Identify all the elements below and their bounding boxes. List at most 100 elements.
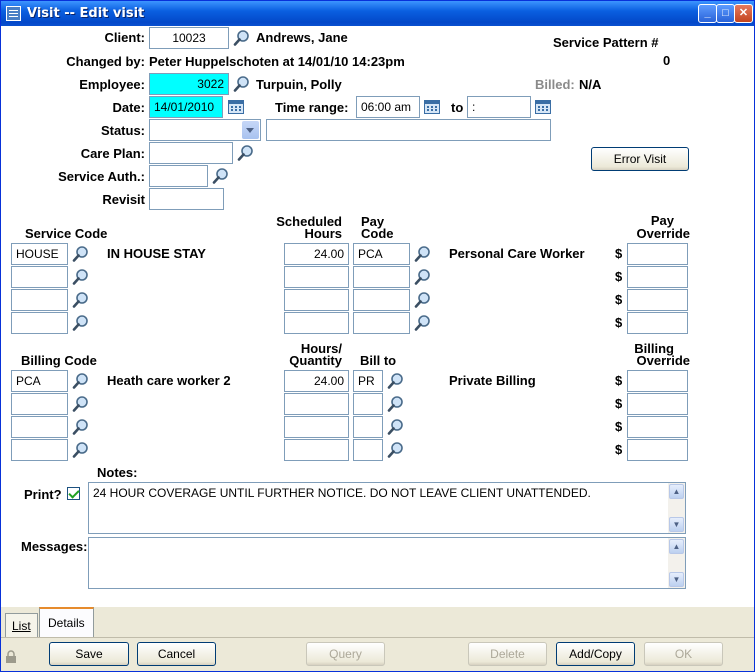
scroll-up-icon[interactable]: ▲ [669, 484, 684, 499]
quantity-field[interactable]: 24.00 [284, 370, 349, 392]
currency-symbol: $ [615, 373, 623, 388]
scheduled-hours-field[interactable] [284, 266, 349, 288]
client-label: Client: [104, 30, 145, 45]
service-pattern-value: 0 [663, 53, 671, 68]
cancel-button[interactable]: Cancel [137, 642, 216, 666]
employee-search-icon[interactable] [233, 75, 251, 93]
quantity-field[interactable] [284, 416, 349, 438]
service-code-search-icon[interactable] [72, 268, 90, 286]
service-auth-search-icon[interactable] [212, 167, 230, 185]
pay-override-field[interactable] [627, 312, 688, 334]
date-calendar-icon[interactable] [228, 100, 244, 114]
billing-override-field[interactable] [627, 439, 688, 461]
revisit-field[interactable] [149, 188, 224, 210]
billing-override-field[interactable] [627, 393, 688, 415]
scheduled-hours-field[interactable] [284, 312, 349, 334]
messages-textarea[interactable]: ▲ ▼ [88, 537, 686, 589]
chevron-down-icon[interactable] [242, 121, 259, 139]
error-visit-button[interactable]: Error Visit [591, 147, 689, 171]
billing-code-search-icon[interactable] [72, 372, 90, 390]
maximize-button[interactable]: □ [716, 4, 735, 23]
client-name: Andrews, Jane [256, 30, 348, 45]
pay-code-field[interactable] [353, 289, 410, 311]
quantity-header-2: Quantity [289, 353, 342, 368]
minimize-button[interactable]: _ [698, 4, 717, 23]
scroll-down-icon[interactable]: ▼ [669, 517, 684, 532]
billing-override-header-2: Override [636, 353, 690, 368]
scheduled-header-2: Hours [304, 226, 342, 241]
close-button[interactable]: ✕ [734, 4, 753, 23]
billing-code-search-icon[interactable] [72, 418, 90, 436]
messages-label: Messages: [21, 539, 88, 554]
service-code-field[interactable] [11, 312, 68, 334]
pay-code-search-icon[interactable] [414, 245, 432, 263]
billing-code-search-icon[interactable] [72, 441, 90, 459]
billing-override-field[interactable] [627, 416, 688, 438]
notes-textarea[interactable]: 24 HOUR COVERAGE UNTIL FURTHER NOTICE. D… [88, 482, 686, 534]
window-title: Visit -- Edit visit [27, 6, 145, 21]
status-description-field[interactable] [266, 119, 551, 141]
time-from-field[interactable]: 06:00 am [356, 96, 420, 118]
bill-to-field[interactable] [353, 439, 383, 461]
service-code-field[interactable]: HOUSE [11, 243, 68, 265]
time-to-field[interactable]: : [467, 96, 531, 118]
ok-button[interactable]: OK [644, 642, 723, 666]
delete-button[interactable]: Delete [468, 642, 547, 666]
billing-code-field[interactable]: PCA [11, 370, 68, 392]
add-copy-button[interactable]: Add/Copy [556, 642, 635, 666]
currency-symbol: $ [615, 396, 623, 411]
tab-details[interactable]: Details [39, 607, 94, 637]
tab-list[interactable]: List [5, 613, 38, 637]
bill-to-header: Bill to [360, 353, 397, 368]
status-select[interactable] [149, 119, 261, 141]
scheduled-hours-field[interactable]: 24.00 [284, 243, 349, 265]
pay-code-field[interactable] [353, 266, 410, 288]
bill-to-field[interactable]: PR [353, 370, 383, 392]
care-plan-field[interactable] [149, 142, 233, 164]
billing-code-field[interactable] [11, 393, 68, 415]
care-plan-search-icon[interactable] [237, 144, 255, 162]
query-button[interactable]: Query [306, 642, 385, 666]
pay-override-field[interactable] [627, 243, 688, 265]
billing-code-field[interactable] [11, 439, 68, 461]
bill-to-field[interactable] [353, 393, 383, 415]
pay-override-field[interactable] [627, 289, 688, 311]
scheduled-hours-field[interactable] [284, 289, 349, 311]
client-search-icon[interactable] [233, 29, 251, 47]
messages-scrollbar[interactable]: ▲ ▼ [668, 538, 685, 588]
bill-to-field[interactable] [353, 416, 383, 438]
pay-code-field[interactable]: PCA [353, 243, 410, 265]
date-field[interactable]: 14/01/2010 [149, 96, 223, 118]
time-from-calendar-icon[interactable] [424, 100, 440, 114]
service-code-search-icon[interactable] [72, 314, 90, 332]
quantity-field[interactable] [284, 393, 349, 415]
service-code-search-icon[interactable] [72, 245, 90, 263]
pay-code-search-icon[interactable] [414, 291, 432, 309]
pay-code-field[interactable] [353, 312, 410, 334]
service-code-search-icon[interactable] [72, 291, 90, 309]
employee-id-field[interactable]: 3022 [149, 73, 229, 95]
pay-override-field[interactable] [627, 266, 688, 288]
title-bar[interactable]: Visit -- Edit visit _ □ ✕ [1, 1, 754, 26]
notes-scrollbar[interactable]: ▲ ▼ [668, 483, 685, 533]
visit-window: Visit -- Edit visit _ □ ✕ Client: 10023 … [0, 0, 755, 672]
pay-code-search-icon[interactable] [414, 268, 432, 286]
time-to-calendar-icon[interactable] [535, 100, 551, 114]
client-id-field[interactable]: 10023 [149, 27, 229, 49]
scroll-down-icon[interactable]: ▼ [669, 572, 684, 587]
service-code-field[interactable] [11, 266, 68, 288]
print-checkbox[interactable] [67, 487, 80, 500]
billing-override-field[interactable] [627, 370, 688, 392]
bill-to-search-icon[interactable] [387, 418, 405, 436]
bill-to-search-icon[interactable] [387, 395, 405, 413]
save-button[interactable]: Save [49, 642, 129, 666]
pay-code-search-icon[interactable] [414, 314, 432, 332]
billing-code-search-icon[interactable] [72, 395, 90, 413]
bill-to-search-icon[interactable] [387, 441, 405, 459]
quantity-field[interactable] [284, 439, 349, 461]
service-auth-field[interactable] [149, 165, 208, 187]
bill-to-search-icon[interactable] [387, 372, 405, 390]
billing-code-field[interactable] [11, 416, 68, 438]
service-code-field[interactable] [11, 289, 68, 311]
scroll-up-icon[interactable]: ▲ [669, 539, 684, 554]
